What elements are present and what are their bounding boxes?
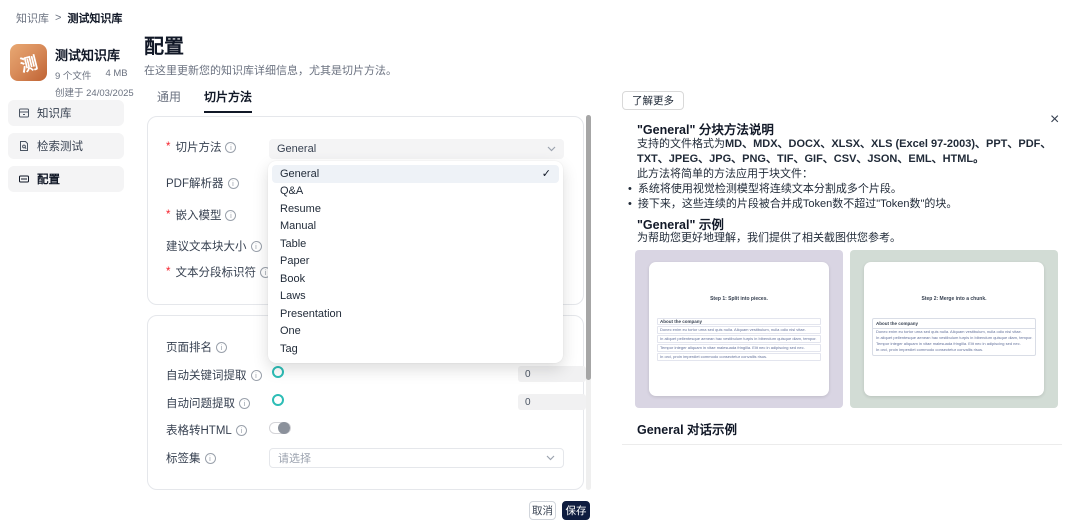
tab-chunk-method[interactable]: 切片方法	[204, 88, 252, 113]
info-icon	[205, 453, 216, 464]
auto-question-slider[interactable]	[272, 394, 284, 406]
save-button[interactable]: 保存	[562, 501, 590, 520]
dataset-icon	[18, 107, 30, 119]
chevron-down-icon	[546, 455, 555, 461]
auto-question-label: 自动问题提取	[166, 395, 250, 411]
tag-sets-select[interactable]: 请选择	[269, 448, 564, 468]
form-scrollbar-thumb[interactable]	[586, 115, 591, 380]
dropdown-option-manual[interactable]: Manual	[272, 218, 559, 236]
chevron-down-icon	[547, 146, 556, 152]
dropdown-option-presentation[interactable]: Presentation	[272, 305, 559, 323]
dropdown-option-book[interactable]: Book	[272, 270, 559, 288]
dropdown-option-table[interactable]: Table	[272, 235, 559, 253]
sidebar-menu: 知识库 检索测试 配置	[8, 100, 124, 192]
kb-created-date: 创建于 24/03/2025	[55, 85, 134, 99]
chunk-method-select[interactable]: General	[269, 139, 564, 159]
config-tabs: 通用 切片方法	[157, 88, 252, 113]
sidebar-item-retrieval-test[interactable]: 检索测试	[8, 133, 124, 159]
kb-size: 4 MB	[105, 68, 127, 82]
kb-name: 测试知识库	[55, 45, 134, 64]
tag-sets-label: 标签集	[166, 450, 216, 466]
example-previews: Step 1: Split into pieces. About the com…	[635, 250, 1058, 408]
check-icon: ✓	[542, 167, 551, 180]
dropdown-option-laws[interactable]: Laws	[272, 288, 559, 306]
preview1-title: Step 1: Split into pieces.	[657, 296, 821, 302]
example-section-desc: 为帮助您更好地理解，我们提供了相关截图供您参考。	[637, 231, 1058, 246]
split-example-image: Step 1: Split into pieces. About the com…	[635, 250, 843, 408]
info-icon	[236, 425, 247, 436]
cancel-button[interactable]: 取消	[529, 501, 556, 520]
embedding-model-label: 嵌入模型	[166, 207, 236, 223]
auto-keyword-input[interactable]: 0	[518, 366, 586, 382]
form-scrollbar-track[interactable]	[586, 115, 591, 490]
table-to-html-toggle[interactable]	[269, 422, 291, 434]
dropdown-option-general[interactable]: General ✓	[272, 165, 559, 183]
pdf-parser-label: PDF解析器	[166, 175, 239, 191]
dialogue-example-title: General 对话示例	[637, 419, 1058, 438]
kb-profile: 测 测试知识库 9 个文件 4 MB 创建于 24/03/2025	[10, 44, 134, 99]
kb-file-count: 9 个文件	[55, 68, 91, 82]
breadcrumb: 知识库 > 测试知识库	[16, 10, 122, 26]
learn-more-button[interactable]: 了解更多	[622, 91, 684, 110]
auto-keyword-label: 自动关键词提取	[166, 367, 262, 383]
breadcrumb-separator: >	[55, 12, 61, 24]
info-icon	[216, 342, 227, 353]
info-icon	[251, 370, 262, 381]
chunk-method-dropdown: General ✓ Q&A Resume Manual Table Paper …	[268, 161, 563, 363]
chunk-size-label: 建议文本块大小	[166, 238, 262, 254]
preview2-title: Step 2: Merge into a chunk.	[872, 296, 1036, 302]
info-icon	[239, 398, 250, 409]
file-search-icon	[18, 140, 30, 152]
table-to-html-label: 表格转HTML	[166, 422, 247, 438]
dropdown-option-resume[interactable]: Resume	[272, 200, 559, 218]
method-description-title: "General" 分块方法说明	[637, 119, 1058, 138]
delimiter-label: 文本分段标识符	[166, 264, 271, 280]
method-bullet-list: 系统将使用视觉检测模型将连续文本分割成多个片段。 接下来，这些连续的片段被合并成…	[628, 182, 1058, 211]
preview1-heading: About the company	[657, 318, 821, 325]
auto-keyword-slider[interactable]	[272, 366, 284, 378]
merge-example-image: Step 2: Merge into a chunk. About the co…	[850, 250, 1058, 408]
kb-avatar: 测	[10, 44, 47, 81]
tab-general[interactable]: 通用	[157, 88, 181, 113]
dropdown-option-qa[interactable]: Q&A	[272, 183, 559, 201]
dropdown-option-tag[interactable]: Tag	[272, 340, 559, 358]
info-icon	[251, 241, 262, 252]
info-icon	[228, 178, 239, 189]
info-icon	[225, 210, 236, 221]
page-title: 配置	[144, 30, 184, 59]
info-icon	[225, 142, 236, 153]
sidebar-item-knowledge-base[interactable]: 知识库	[8, 100, 124, 126]
page-rank-label: 页面排名	[166, 339, 227, 355]
page-subtitle: 在这里更新您的知识库详细信息，尤其是切片方法。	[144, 62, 397, 78]
divider	[622, 444, 1062, 445]
settings-icon	[18, 173, 30, 185]
preview2-heading: About the company	[873, 319, 1035, 329]
kb-configuration-page: 知识库 > 测试知识库 测 测试知识库 9 个文件 4 MB 创建于 24/03…	[0, 0, 1080, 532]
auto-question-input[interactable]: 0	[518, 394, 586, 410]
sidebar-item-configuration[interactable]: 配置	[8, 166, 124, 192]
dropdown-option-one[interactable]: One	[272, 323, 559, 341]
breadcrumb-current: 测试知识库	[67, 10, 122, 26]
breadcrumb-kb-link[interactable]: 知识库	[16, 10, 49, 26]
dropdown-option-paper[interactable]: Paper	[272, 253, 559, 271]
supported-formats-text: 支持的文件格式为MD、MDX、DOCX、XLSX、XLS (Excel 97-2…	[637, 137, 1058, 182]
chunk-method-label: 切片方法	[166, 139, 236, 155]
